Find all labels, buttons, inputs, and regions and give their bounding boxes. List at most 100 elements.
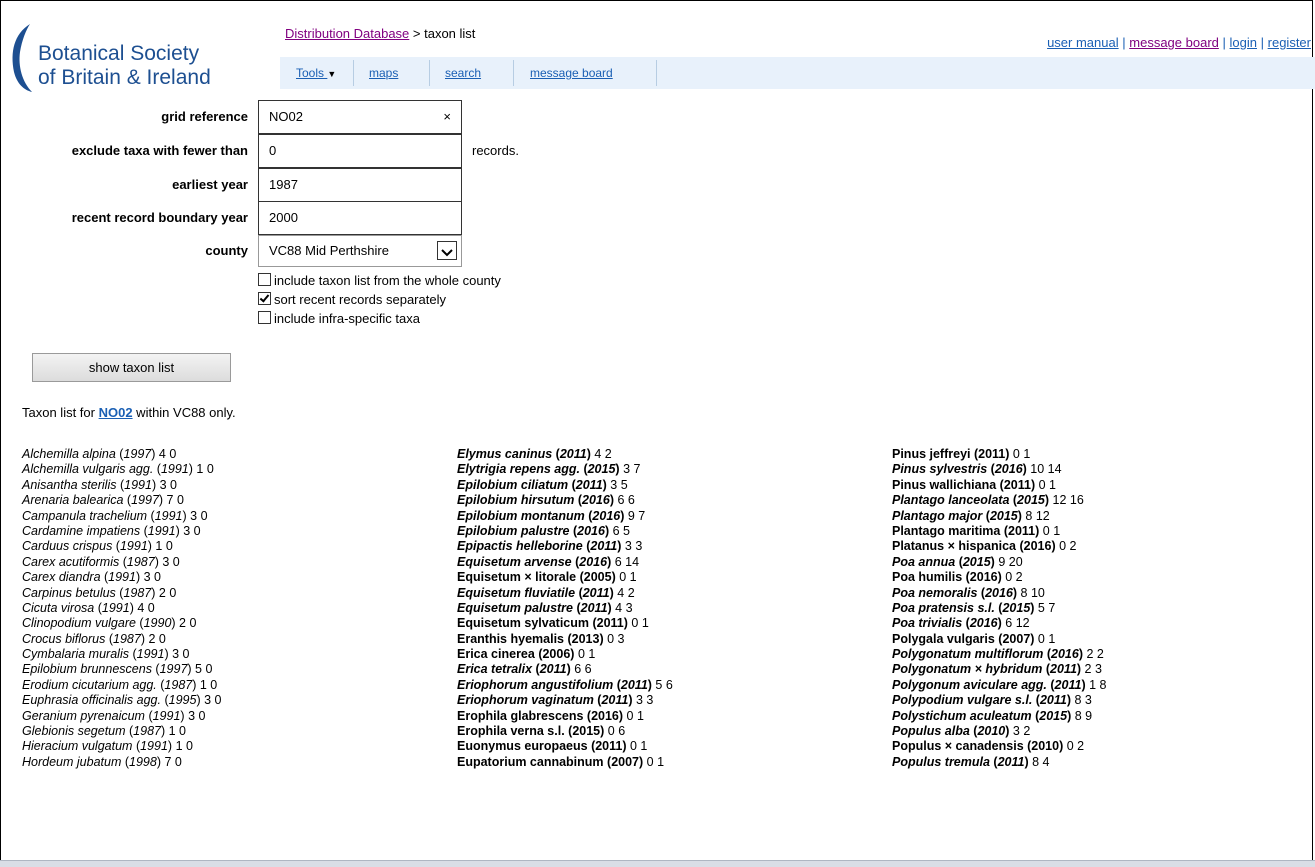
taxon-year: 2015: [587, 462, 616, 477]
login-link[interactable]: login: [1230, 35, 1257, 50]
infra-specific-checkbox[interactable]: [258, 311, 271, 324]
taxon-row: Elymus caninus (2011) 4 2: [457, 447, 612, 461]
taxon-counts: 0 2: [1059, 539, 1077, 554]
taxon-counts: 3 0: [204, 693, 222, 708]
nav-divider: [656, 60, 657, 86]
message-board-link[interactable]: message board: [1129, 35, 1219, 50]
taxon-counts: 3 0: [159, 477, 177, 492]
taxon-name: Equisetum sylvaticum: [457, 616, 589, 631]
taxon-list-summary: Taxon list for NO02 within VC88 only.: [22, 405, 236, 420]
taxon-year: 1991: [152, 708, 181, 723]
taxon-name: Glebionis segetum: [22, 724, 126, 739]
taxon-counts: 8 4: [1032, 754, 1050, 769]
county-value: VC88 Mid Perthshire: [269, 243, 389, 258]
user-manual-link[interactable]: user manual: [1047, 35, 1119, 50]
search-tab[interactable]: search: [445, 57, 481, 89]
county-select[interactable]: VC88 Mid Perthshire: [258, 235, 462, 267]
taxon-name: Polystichum aculeatum: [892, 708, 1032, 723]
taxon-row: Alchemilla vulgaris agg. (1991) 1 0: [22, 462, 214, 477]
taxon-year: 2015: [1002, 600, 1031, 615]
show-taxon-list-button[interactable]: show taxon list: [32, 353, 231, 382]
taxon-year: 2016: [1051, 647, 1079, 662]
logo-line2: of Britain & Ireland: [38, 66, 211, 89]
taxon-counts: 4 2: [617, 585, 635, 600]
taxon-counts: 3 0: [162, 554, 180, 569]
grid-reference-label: grid reference: [161, 109, 248, 124]
taxon-name: Populus alba: [892, 724, 970, 739]
taxon-counts: 3 3: [636, 693, 654, 708]
taxon-row: Equisetum palustre (2011) 4 3: [457, 600, 633, 615]
taxon-column-1: Alchemilla alpina (1997) 4 0 Alchemilla v…: [22, 447, 221, 770]
taxon-counts: 4 0: [137, 600, 155, 615]
taxon-year: 1991: [108, 570, 136, 585]
taxon-name: Polygonatum × hybridum: [892, 662, 1043, 677]
taxon-row: Epilobium brunnescens (1997) 5 0: [22, 662, 213, 677]
taxon-row: Clinopodium vulgare (1990) 2 0: [22, 616, 197, 631]
register-link[interactable]: register: [1268, 35, 1311, 50]
taxon-name: Epipactis helleborine: [457, 539, 583, 554]
recent-boundary-input[interactable]: 2000: [258, 201, 462, 235]
taxon-name: Crocus biflorus: [22, 631, 106, 646]
taxon-year: 2016: [969, 616, 998, 631]
taxon-counts: 3 0: [172, 647, 190, 662]
exclude-taxa-input[interactable]: 0: [258, 134, 462, 168]
taxon-row: Geranium pyrenaicum (1991) 3 0: [22, 708, 206, 723]
taxon-counts: 0 1: [630, 739, 648, 754]
taxon-name: Epilobium ciliatum: [457, 477, 569, 492]
taxon-row: Hieracium vulgatum (1991) 1 0: [22, 739, 193, 754]
tools-label: Tools: [296, 66, 325, 80]
taxon-row: Poa humilis (2016) 0 2: [892, 570, 1023, 585]
taxon-row: Carex diandra (1991) 3 0: [22, 570, 161, 585]
taxon-name: Epilobium palustre: [457, 523, 570, 538]
taxon-year: 2007: [611, 754, 639, 769]
breadcrumb-distribution-database-link[interactable]: Distribution Database: [285, 26, 409, 41]
taxon-counts: 12 16: [1052, 493, 1084, 508]
taxon-counts: 3 5: [610, 477, 628, 492]
taxon-year: 1987: [123, 585, 152, 600]
tools-menu[interactable]: Tools ▼: [296, 57, 336, 89]
taxon-year: 2016: [1023, 539, 1052, 554]
grid-reference-input[interactable]: NO02 ×: [258, 100, 462, 134]
taxon-row: Pinus sylvestris (2016) 10 14: [892, 462, 1062, 477]
taxon-counts: 0 2: [1005, 570, 1023, 585]
infra-specific-option[interactable]: include infra-specific taxa: [258, 311, 420, 327]
taxon-name: Cardamine impatiens: [22, 523, 141, 538]
grid-reference-link[interactable]: NO02: [99, 405, 133, 420]
taxon-row: Eriophorum angustifolium (2011) 5 6: [457, 677, 673, 692]
taxon-counts: 1 0: [199, 677, 218, 692]
taxon-name: Elymus caninus: [457, 447, 553, 461]
message-board-tab[interactable]: message board: [530, 57, 613, 89]
whole-county-checkbox[interactable]: [258, 273, 271, 286]
clear-icon[interactable]: ×: [443, 101, 451, 133]
taxon-name: Anisantha sterilis: [22, 477, 117, 492]
taxon-row: Erica tetralix (2011) 6 6: [457, 662, 592, 677]
maps-tab[interactable]: maps: [369, 57, 398, 89]
exclude-taxa-label: exclude taxa with fewer than: [71, 143, 248, 158]
taxon-name: Equisetum arvense: [457, 554, 572, 569]
taxon-row: Campanula trachelium (1991) 3 0: [22, 508, 208, 523]
taxon-counts: 6 5: [612, 523, 630, 538]
earliest-year-label: earliest year: [172, 177, 248, 192]
taxon-counts: 7 0: [166, 493, 184, 508]
taxon-year: 1991: [101, 600, 130, 615]
sort-recent-checkbox[interactable]: [258, 292, 271, 305]
taxon-counts: 2 0: [158, 585, 177, 600]
logo-leaf-icon: [12, 24, 32, 92]
chevron-down-icon[interactable]: [437, 241, 457, 260]
taxon-row: Populus tremula (2011) 8 4: [892, 754, 1050, 769]
taxon-name: Equisetum × litorale: [457, 570, 577, 585]
taxon-row: Hordeum jubatum (1998) 7 0: [22, 754, 182, 769]
sort-recent-option[interactable]: sort recent records separately: [258, 292, 446, 308]
bsbi-logo[interactable]: Botanical Society of Britain & Ireland: [8, 22, 248, 94]
taxon-year: 2011: [590, 539, 618, 554]
breadcrumb: Distribution Database > taxon list: [285, 26, 475, 41]
taxon-row: Carpinus betulus (1987) 2 0: [22, 585, 177, 600]
earliest-year-input[interactable]: 1987: [258, 168, 462, 202]
whole-county-option[interactable]: include taxon list from the whole county: [258, 273, 501, 289]
taxon-year: 2011: [595, 739, 623, 754]
taxon-year: 1991: [160, 462, 189, 477]
taxon-counts: 8 10: [1020, 585, 1045, 600]
taxon-year: 2011: [596, 616, 624, 631]
taxon-name: Alchemilla vulgaris agg.: [22, 462, 154, 477]
taxon-row: Platanus × hispanica (2016) 0 2: [892, 539, 1077, 554]
